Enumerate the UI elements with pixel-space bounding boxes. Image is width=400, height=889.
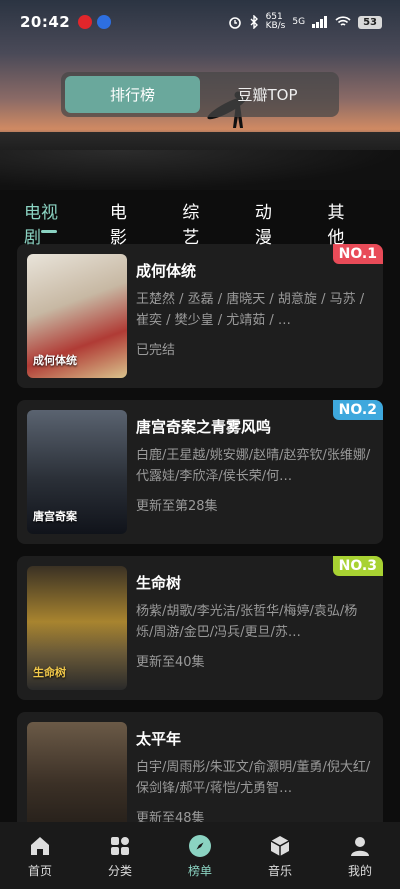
poster-caption: 成何体统 [33, 354, 77, 367]
status-right: 651 KB/s 5G 53 [228, 13, 382, 31]
nav-category[interactable]: 分类 [80, 822, 160, 889]
ranking-item[interactable]: 成何体统 成何体统 王楚然 / 丞磊 / 唐晓天 / 胡意旋 / 马苏 / 崔奕… [17, 244, 383, 388]
item-status: 更新至第28集 [136, 499, 218, 514]
item-cast: 白宇/周雨彤/朱亚文/俞灏明/董勇/倪大红/保剑锋/郝平/蒋恺/尤勇智… [136, 760, 371, 796]
poster-caption: 唐宫奇案 [33, 510, 77, 523]
nav-label: 榜单 [187, 864, 212, 878]
nav-label: 我的 [347, 864, 372, 878]
item-cast: 杨紫/胡歌/李光洁/张哲华/梅婷/袁弘/杨烁/周游/金巴/冯兵/更旦/苏… [136, 604, 358, 640]
item-cast: 王楚然 / 丞磊 / 唐晓天 / 胡意旋 / 马苏 / 崔奕 / 樊少皇 / 尤… [136, 292, 365, 328]
signal-icon [312, 16, 328, 28]
poster-caption: 生命树 [33, 666, 66, 679]
bottom-nav: 首页 分类 榜单 音乐 我的 [0, 822, 400, 889]
alarm-icon [228, 17, 241, 29]
tab-anime[interactable]: 动漫 [255, 198, 282, 248]
segment-douban-top[interactable]: 豆瓣TOP [200, 76, 335, 113]
ranking-segmented-control: 排行榜 豆瓣TOP [61, 72, 339, 117]
segment-ranking[interactable]: 排行榜 [65, 76, 200, 113]
app-notification-icon [97, 15, 112, 29]
nav-home[interactable]: 首页 [0, 822, 80, 889]
category-tabs: 电视剧 电影 综艺 动漫 其他 [0, 198, 400, 248]
rank-badge: NO.2 [332, 400, 383, 420]
weibo-notification-icon [78, 15, 93, 29]
grid-icon [111, 837, 129, 855]
nav-label: 分类 [107, 864, 132, 878]
hero-rocks [0, 150, 400, 190]
user-icon [351, 837, 369, 856]
network-type: 5G [292, 17, 306, 27]
battery-level: 53 [358, 15, 382, 29]
network-speed: 651 KB/s [265, 12, 286, 31]
nav-label: 音乐 [267, 864, 292, 878]
poster-image: 成何体统 [27, 254, 127, 378]
rank-badge: NO.3 [332, 556, 383, 576]
item-title: 太平年 [136, 730, 182, 748]
nav-music[interactable]: 音乐 [240, 822, 320, 889]
tab-movies[interactable]: 电影 [110, 198, 137, 248]
ranking-list: 成何体统 成何体统 王楚然 / 丞磊 / 唐晓天 / 胡意旋 / 马苏 / 崔奕… [17, 244, 383, 868]
nav-label: 首页 [27, 864, 52, 878]
box-icon [270, 836, 290, 856]
poster-image: 生命树 [27, 566, 127, 690]
compass-icon [189, 835, 211, 857]
tab-variety[interactable]: 综艺 [182, 198, 209, 248]
item-status: 更新至40集 [136, 655, 205, 670]
poster-image: 唐宫奇案 [27, 410, 127, 534]
nav-ranking[interactable]: 榜单 [160, 822, 240, 889]
item-cast: 白鹿/王星越/姚安娜/赵晴/赵弈钦/张维娜/代露娃/李欣泽/侯长荣/何… [136, 448, 371, 484]
tab-tv-series[interactable]: 电视剧 [24, 198, 64, 248]
ranking-item[interactable]: 唐宫奇案 唐宫奇案之青雾风鸣 白鹿/王星越/姚安娜/赵晴/赵弈钦/张维娜/代露娃… [17, 400, 383, 544]
notification-icons [78, 15, 112, 29]
tab-others[interactable]: 其他 [327, 198, 354, 248]
wifi-icon [335, 16, 351, 26]
status-bar: 20:42 651 KB/s 5G 53 [0, 0, 400, 44]
nav-profile[interactable]: 我的 [320, 822, 400, 889]
status-time: 20:42 [20, 13, 71, 31]
bluetooth-icon [250, 15, 258, 29]
item-status: 已完结 [136, 343, 176, 358]
home-icon [31, 837, 49, 855]
ranking-item[interactable]: 生命树 生命树 杨紫/胡歌/李光洁/张哲华/梅婷/袁弘/杨烁/周游/金巴/冯兵/… [17, 556, 383, 700]
